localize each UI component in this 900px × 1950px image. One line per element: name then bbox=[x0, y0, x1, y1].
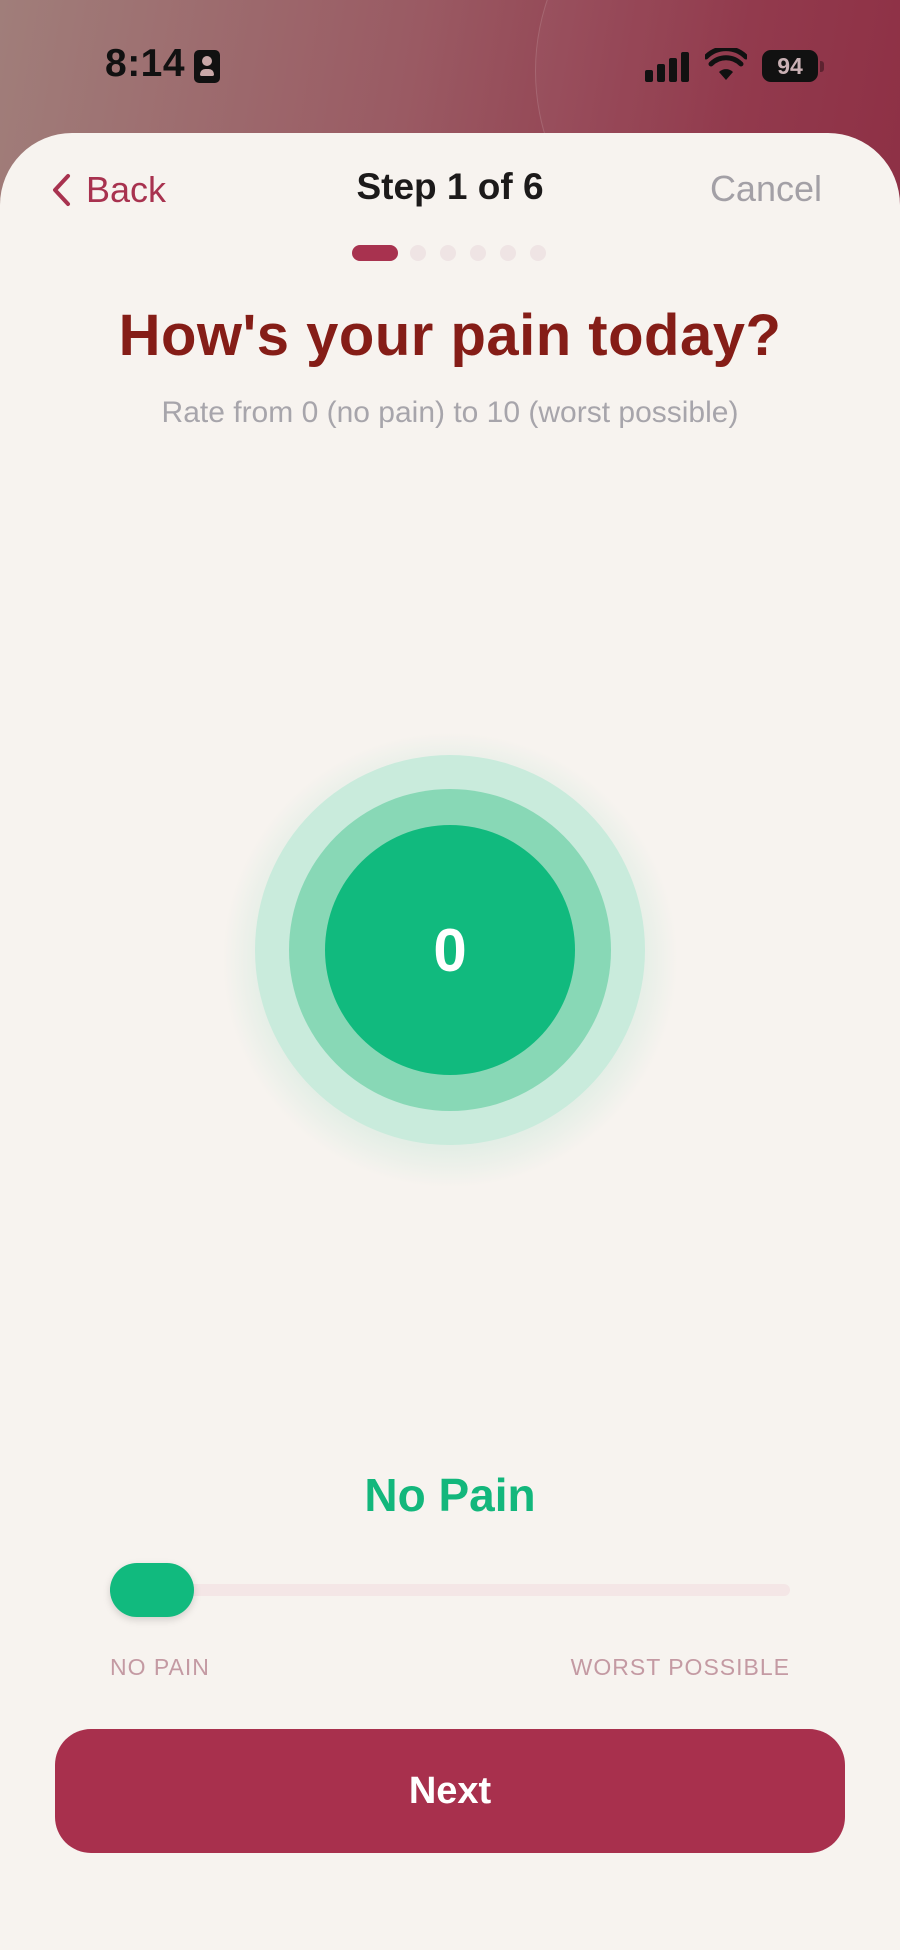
cancel-button[interactable]: Cancel bbox=[710, 168, 822, 210]
pain-level-label: No Pain bbox=[364, 1469, 536, 1521]
wifi-icon bbox=[705, 48, 747, 80]
progress-dot bbox=[410, 245, 426, 261]
pain-slider-thumb[interactable] bbox=[110, 1563, 194, 1617]
pain-slider-track[interactable] bbox=[110, 1584, 790, 1596]
progress-dot bbox=[530, 245, 546, 261]
next-button[interactable]: Next bbox=[55, 1729, 845, 1853]
progress-dot-active bbox=[352, 245, 398, 261]
slider-max-label: WORST POSSIBLE bbox=[570, 1654, 790, 1680]
status-bar: 8:14 94 bbox=[0, 0, 900, 135]
battery-icon: 94 bbox=[762, 50, 824, 82]
progress-dots bbox=[352, 244, 560, 262]
progress-dot bbox=[440, 245, 456, 261]
status-time: 8:14 bbox=[105, 42, 186, 85]
question-title: How's your pain today? bbox=[118, 303, 782, 368]
question-subtitle: Rate from 0 (no pain) to 10 (worst possi… bbox=[161, 396, 739, 429]
slider-min-label: NO PAIN bbox=[110, 1654, 210, 1680]
pain-score-value: 0 bbox=[325, 825, 575, 1075]
progress-dot bbox=[470, 245, 486, 261]
id-card-icon bbox=[194, 50, 220, 83]
signal-icon bbox=[645, 52, 693, 82]
progress-dot bbox=[500, 245, 516, 261]
